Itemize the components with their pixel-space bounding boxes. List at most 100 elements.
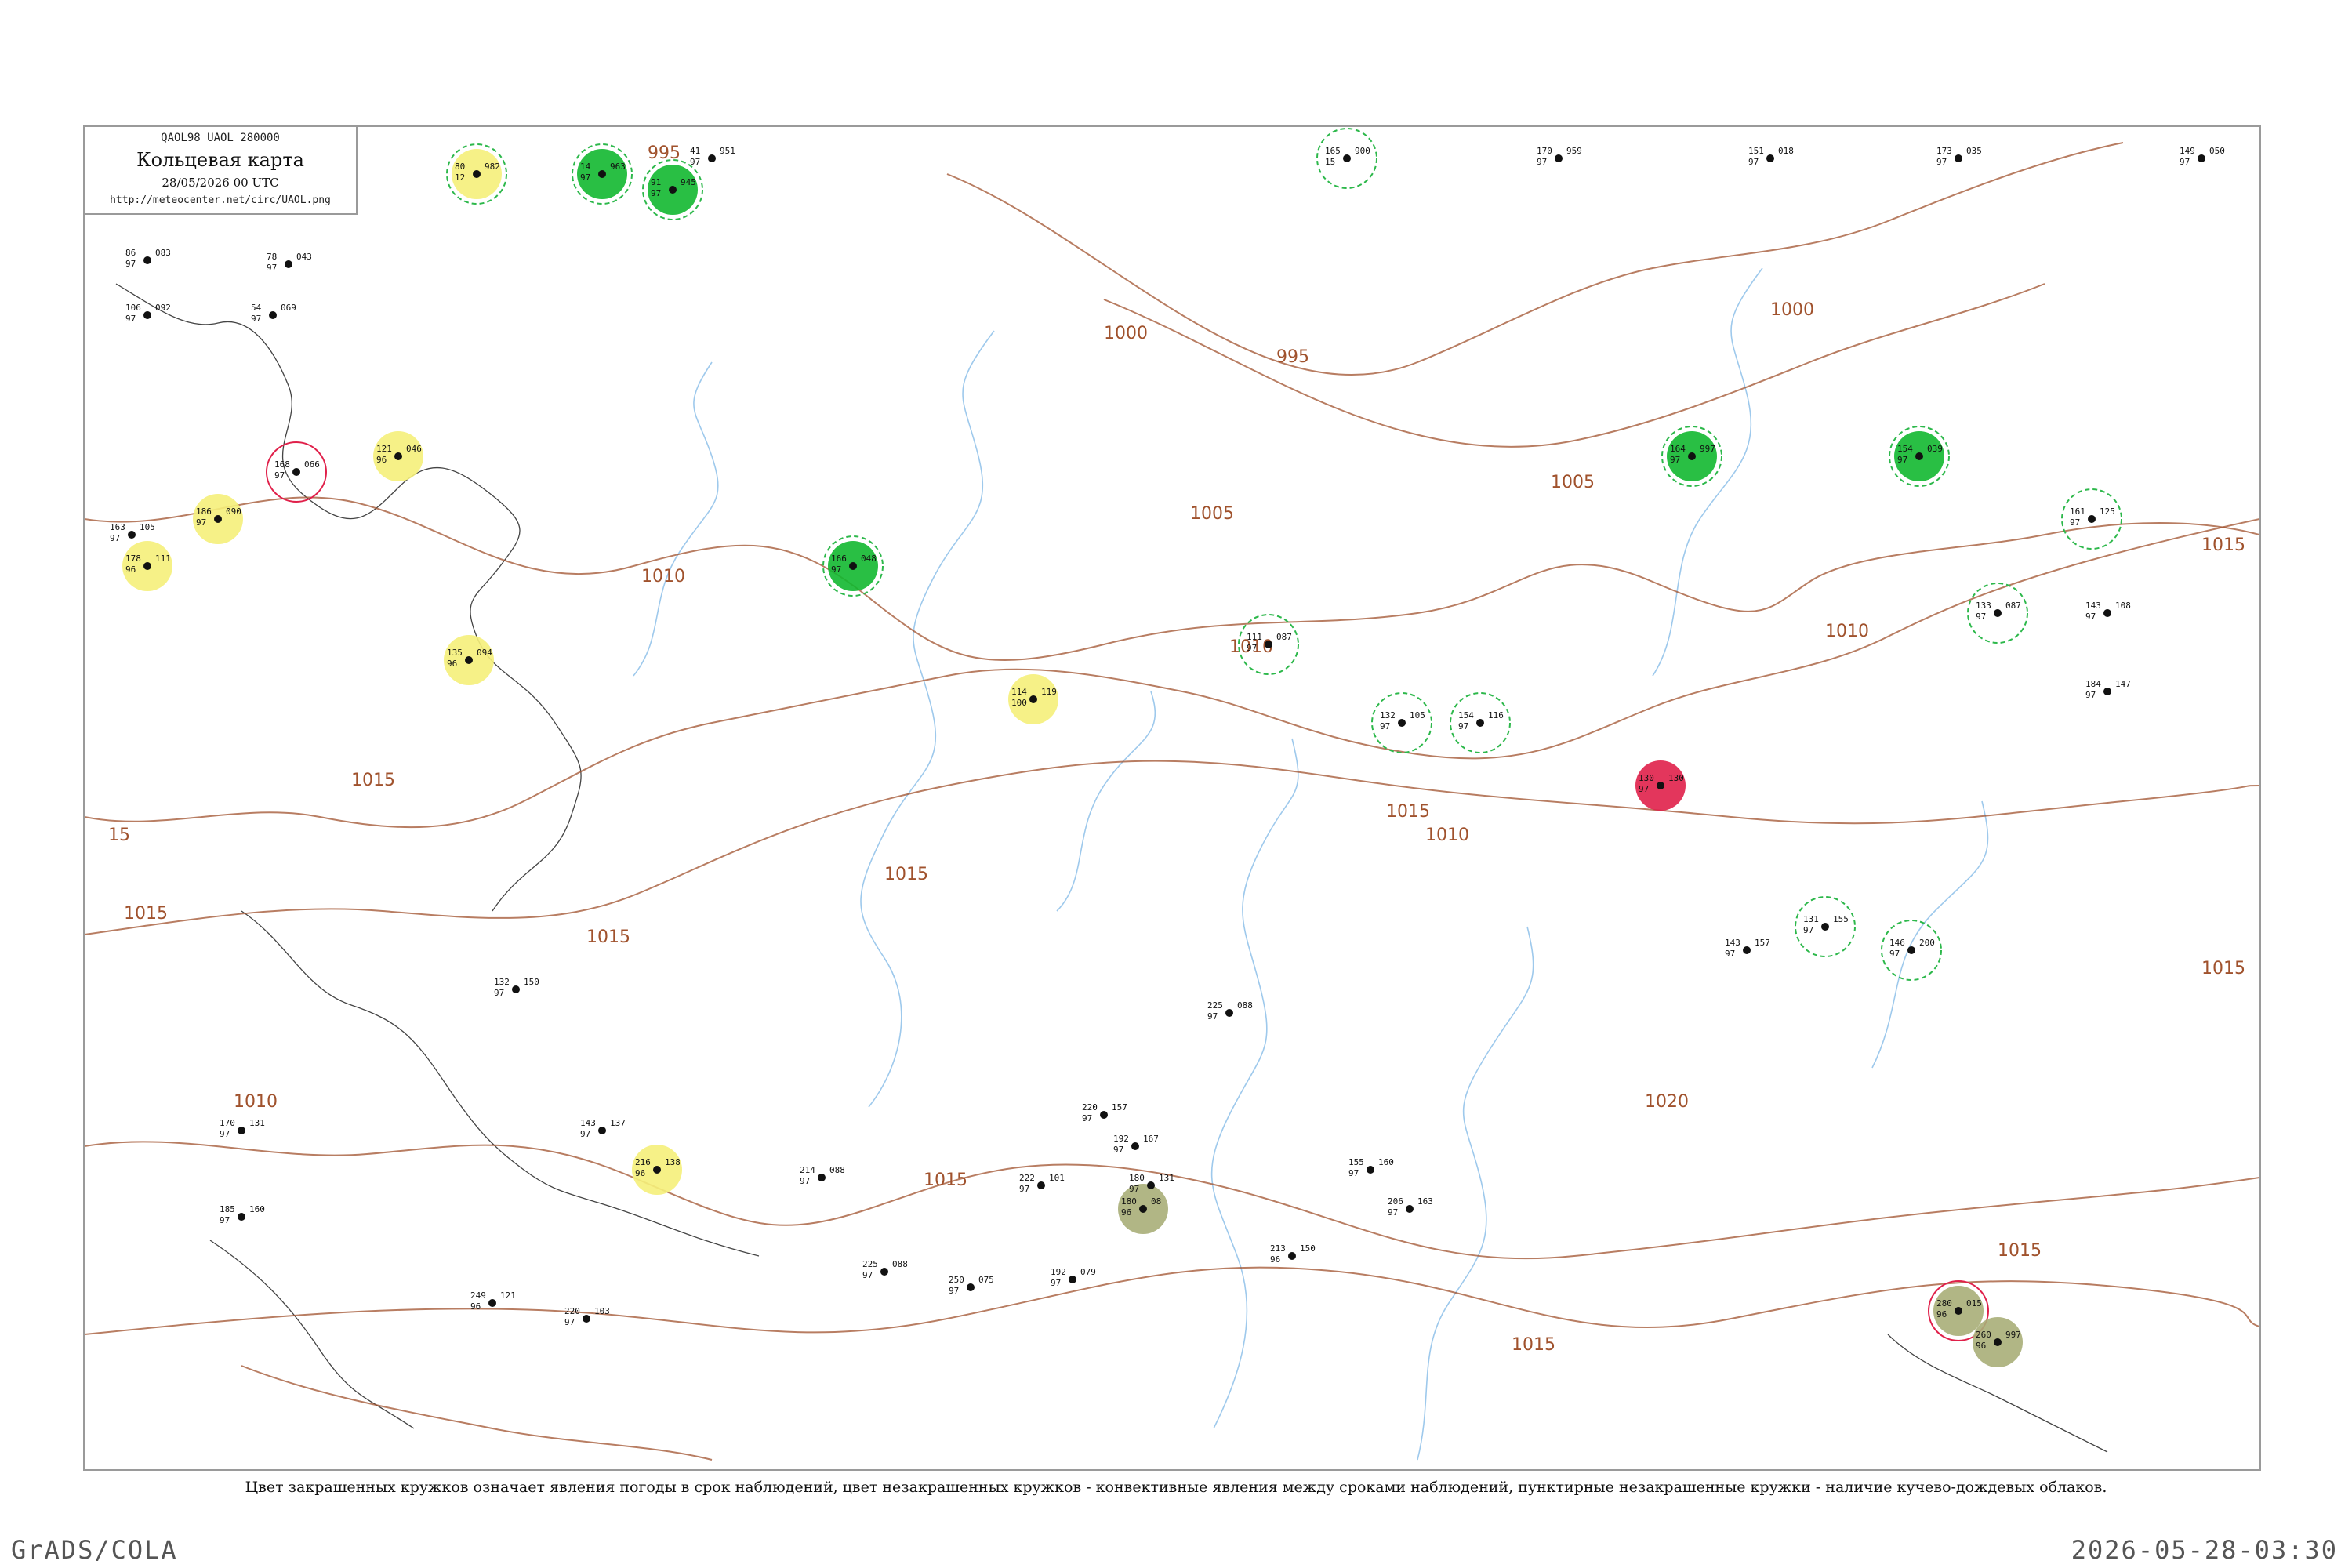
station-plot: 25097 075 <box>949 1275 994 1296</box>
station-plot: 114100 119 <box>1008 674 1058 724</box>
station-pressure: 043 <box>296 252 312 262</box>
station-plot: 8012 982 <box>446 143 507 205</box>
station-plot: 4197 951 <box>690 146 735 167</box>
station-temperature: 170 <box>1537 146 1552 156</box>
station-plot: 21396 150 <box>1270 1243 1316 1265</box>
station-temperature: 121 <box>376 444 392 454</box>
station-pressure: 116 <box>1488 710 1504 720</box>
cloud-cover-icon <box>1139 1205 1147 1213</box>
isobar <box>85 1266 2259 1335</box>
cloud-cover-icon <box>269 311 277 319</box>
station-temperature: 106 <box>125 303 141 313</box>
station-temperature: 173 <box>1936 146 1952 156</box>
river <box>633 361 719 677</box>
isobar <box>1103 283 2045 448</box>
station-plot: 17896 111 <box>122 541 172 591</box>
station-temperature: 54 <box>251 303 262 313</box>
cloud-cover-icon <box>488 1299 496 1307</box>
station-temperature: 78 <box>267 252 277 262</box>
station-temperature: 185 <box>220 1204 235 1214</box>
station-dewpoint: 97 <box>1748 157 1759 167</box>
station-plot: 13596 094 <box>444 635 494 685</box>
station-pressure: 147 <box>2115 679 2131 689</box>
station-temperature: 132 <box>494 977 510 987</box>
station-dewpoint: 96 <box>1121 1207 1131 1218</box>
cloud-cover-icon <box>143 311 151 319</box>
footer-credit: GrADS/COLA <box>11 1535 178 1565</box>
station-plot: 26096 997 <box>1973 1317 2023 1367</box>
station-pressure: 119 <box>1041 687 1057 697</box>
station-temperature: 133 <box>1976 601 1991 611</box>
station-dewpoint: 97 <box>1725 949 1735 959</box>
isobar-label: 1010 <box>1825 622 1869 641</box>
station-pressure: 951 <box>720 146 735 156</box>
station-plot: 13397 087 <box>1967 583 2028 644</box>
isobar-label: 1015 <box>1386 802 1430 822</box>
river <box>1056 691 1156 912</box>
station-pressure: 066 <box>304 459 320 470</box>
station-pressure: 157 <box>1112 1102 1127 1112</box>
station-temperature: 192 <box>1051 1267 1066 1277</box>
station-dewpoint: 97 <box>564 1317 575 1327</box>
cloud-cover-icon <box>1037 1181 1045 1189</box>
cloud-cover-icon <box>880 1268 888 1276</box>
station-temperature: 111 <box>1247 632 1262 642</box>
station-plot: 16515 900 <box>1316 128 1377 189</box>
cloud-cover-icon <box>238 1213 245 1221</box>
station-dewpoint: 97 <box>831 564 841 575</box>
station-plot: 13297 150 <box>494 977 539 998</box>
station-pressure: 137 <box>610 1118 626 1128</box>
station-dewpoint: 97 <box>1388 1207 1398 1218</box>
station-pressure: 083 <box>155 248 171 258</box>
station-temperature: 249 <box>470 1290 486 1301</box>
station-temperature: 260 <box>1976 1330 1991 1340</box>
station-pressure: 160 <box>249 1204 265 1214</box>
isobar-label: 1015 <box>586 927 630 947</box>
cloud-cover-icon <box>285 260 292 268</box>
station-temperature: 91 <box>651 177 661 187</box>
station-dewpoint: 97 <box>1380 721 1390 731</box>
station-pressure: 125 <box>2100 506 2115 517</box>
station-plot: 14397 108 <box>2085 601 2131 622</box>
station-dewpoint: 97 <box>580 172 590 183</box>
cloud-cover-icon <box>1555 154 1563 162</box>
cloud-cover-icon <box>238 1127 245 1134</box>
station-plot: 13097130 <box>1635 760 1686 811</box>
cloud-cover-icon <box>1406 1205 1414 1213</box>
cloud-cover-icon <box>1907 946 1915 954</box>
station-plot: 1497 963 <box>572 143 633 205</box>
station-dewpoint: 97 <box>2180 157 2190 167</box>
station-dewpoint: 97 <box>1639 784 1649 794</box>
isobar <box>85 760 2259 935</box>
isobar-label: 1005 <box>1551 473 1595 492</box>
station-temperature: 135 <box>447 648 463 658</box>
station-pressure: 121 <box>500 1290 516 1301</box>
station-dewpoint: 97 <box>125 259 136 269</box>
station-pressure: 150 <box>524 977 539 987</box>
cloud-cover-icon <box>473 170 481 178</box>
isobar-label: 1000 <box>1770 300 1814 320</box>
station-pressure: 138 <box>665 1157 681 1167</box>
station-temperature: 220 <box>564 1306 580 1316</box>
station-dewpoint: 12 <box>455 172 465 183</box>
station-dewpoint: 97 <box>580 1129 590 1139</box>
station-plot: 21696 138 <box>632 1145 682 1195</box>
cloud-cover-icon <box>669 186 677 194</box>
station-dewpoint: 97 <box>1458 721 1468 731</box>
station-pressure: 997 <box>1700 444 1715 454</box>
station-dewpoint: 96 <box>376 455 387 465</box>
isobar-labels: 995 995 1000 1000 1005 1005 1010 1010 10… <box>108 143 2245 1355</box>
isobar-label: 1010 <box>1425 826 1469 845</box>
station-dewpoint: 97 <box>651 188 661 198</box>
cloud-cover-icon <box>1265 641 1272 648</box>
isobar-label: 1015 <box>351 771 395 790</box>
station-temperature: 114 <box>1011 687 1027 697</box>
station-temperature: 41 <box>690 146 700 156</box>
station-temperature: 155 <box>1348 1157 1364 1167</box>
cloud-cover-icon <box>583 1315 590 1323</box>
cloud-cover-icon <box>143 562 151 570</box>
station-plot: 10697 092 <box>125 303 171 324</box>
map-url[interactable]: http://meteocenter.net/circ/UAOL.png <box>85 194 356 206</box>
isobar-label: 1010 <box>641 567 685 586</box>
isobars-layer <box>85 142 2259 1461</box>
